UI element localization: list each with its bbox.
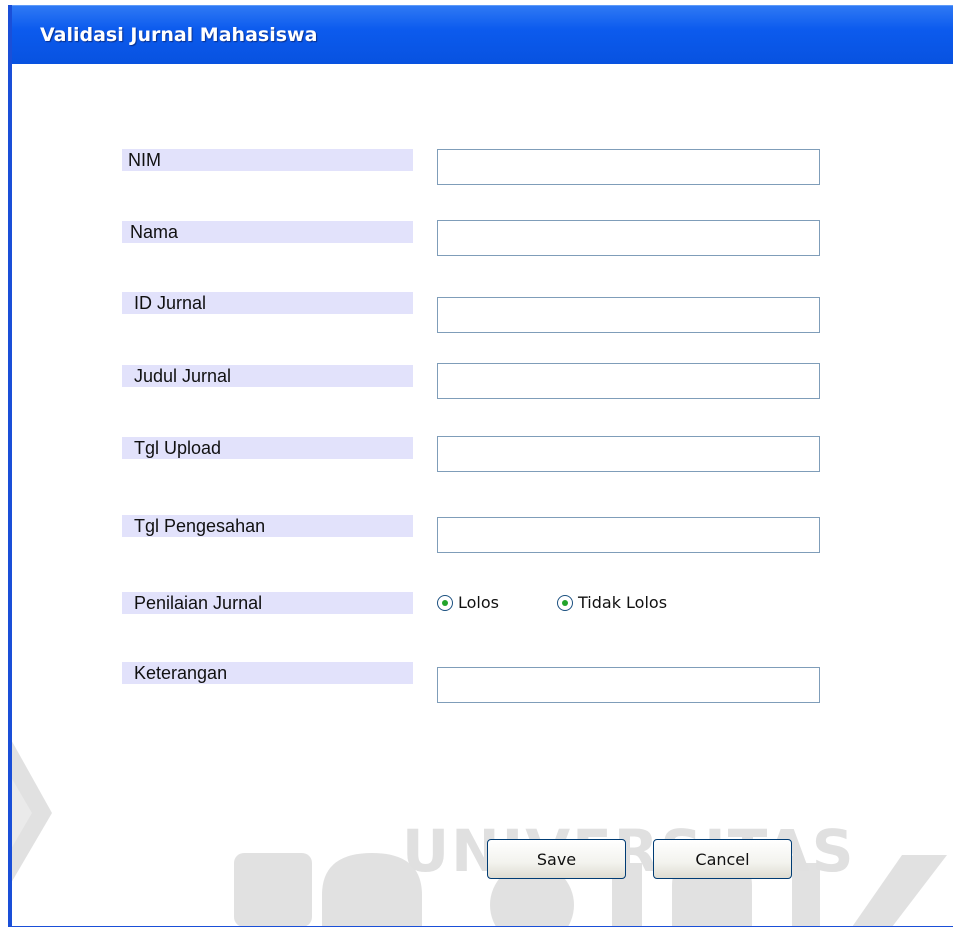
nim-label: NIM [122,149,413,171]
id-jurnal-input[interactable] [437,297,820,333]
id-jurnal-label: ID Jurnal [122,292,413,314]
radio-lolos[interactable] [437,595,453,611]
tgl-pengesahan-label: Tgl Pengesahan [122,515,413,537]
cancel-button[interactable]: Cancel [653,839,792,879]
title-bar: Validasi Jurnal Mahasiswa [12,5,953,64]
judul-jurnal-input[interactable] [437,363,820,399]
tgl-upload-input[interactable] [437,436,820,472]
tgl-pengesahan-input[interactable] [437,517,820,553]
radio-tidak-lolos-label[interactable]: Tidak Lolos [578,593,667,612]
window-title: Validasi Jurnal Mahasiswa [40,24,318,46]
penilaian-jurnal-label: Penilaian Jurnal [122,592,413,614]
radio-tidak-lolos[interactable] [557,595,573,611]
nama-input[interactable] [437,220,820,256]
radio-lolos-label[interactable]: Lolos [458,593,499,612]
tgl-upload-label: Tgl Upload [122,437,413,459]
nama-label: Nama [122,221,413,243]
keterangan-label: Keterangan [122,662,413,684]
save-button[interactable]: Save [487,839,626,879]
keterangan-input[interactable] [437,667,820,703]
form-window: UNIVERSITAS Validasi Jurnal Mahasiswa NI… [8,5,953,927]
judul-jurnal-label: Judul Jurnal [122,365,413,387]
nim-input[interactable] [437,149,820,185]
